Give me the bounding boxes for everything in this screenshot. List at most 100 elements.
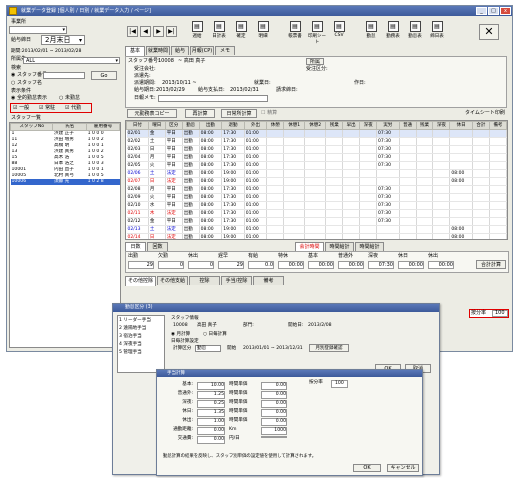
att-col-header[interactable]: 休憩2 <box>304 121 327 130</box>
attendance-row[interactable]: 02/09 火平日 出勤 08:00 17:30 01:00 07:30 <box>126 193 507 202</box>
calc-ok-button[interactable]: OK <box>353 464 381 472</box>
calc-select[interactable]: 勤怠 <box>195 345 221 352</box>
monthly-check-button[interactable]: 月別登録確認 <box>309 344 349 352</box>
att-col-header[interactable]: 区分 <box>164 121 183 130</box>
att-col-header[interactable]: 普通 <box>398 121 417 130</box>
check-general[interactable]: ☑ 一般 <box>13 105 29 112</box>
calc-row-rate[interactable]: 1.35 <box>197 409 225 417</box>
calc-row-rate[interactable]: 1.00 <box>197 418 225 426</box>
attendance-row[interactable]: 02/11 木法定 出勤 08:00 17:30 01:00 07:30 <box>126 209 507 218</box>
summary-value[interactable]: 29 <box>218 261 244 269</box>
att-col-header[interactable]: 出勤 <box>198 121 223 130</box>
pay-date-select[interactable]: 2月末日 ▾ <box>41 35 85 45</box>
tab-bottom-2[interactable]: 控除 <box>189 276 220 285</box>
att-col-header[interactable]: 実労 <box>376 121 400 130</box>
att-col-header[interactable]: 備考 <box>488 121 507 130</box>
attendance-row[interactable]: 02/07 日法定 出勤 08:00 19:00 01:00 08:00 <box>126 177 507 186</box>
calc-rate-value[interactable]: 100 <box>331 380 348 388</box>
calc-row-rate[interactable]: 0.00 <box>197 427 225 435</box>
dept-select[interactable]: ALL ▾ <box>23 57 120 64</box>
staff-col-header[interactable]: 雇用番号 <box>86 123 120 131</box>
att-col-header[interactable]: 休日 <box>449 121 473 130</box>
tab-info-3[interactable]: 月報(CP) <box>190 46 214 55</box>
allowance-list-item[interactable]: 2 遠隔地手当 <box>119 325 146 332</box>
tab-info-2[interactable]: 給与 <box>171 46 189 55</box>
display-radio-2[interactable]: ○ 未勤怠 <box>59 95 80 102</box>
radio-staff-name[interactable]: ○ スタッフ名 <box>11 80 42 87</box>
recalc-button[interactable]: 再計算 <box>185 109 215 118</box>
calc-row-value[interactable]: 1000 <box>261 427 287 435</box>
summary-value[interactable]: 00:00 <box>428 261 454 269</box>
search-input[interactable] <box>43 72 85 79</box>
att-col-header[interactable]: 深夜 <box>432 121 451 130</box>
prev-record-button[interactable]: ◀ <box>140 26 151 37</box>
summary-value[interactable]: 29 <box>128 261 154 269</box>
att-col-header[interactable]: 早出 <box>342 121 361 130</box>
toolbar-form-button[interactable]: ▤ 週給 <box>187 20 207 44</box>
calc-row-rate[interactable]: 1.25 <box>197 391 225 399</box>
calc-row-rate[interactable]: 0.00 <box>197 436 225 444</box>
summary-value[interactable]: 0 <box>188 261 214 269</box>
calc-row-value[interactable]: 0.00 <box>261 418 287 426</box>
calc-row-rate[interactable]: 10.00 <box>197 382 225 390</box>
att-col-header[interactable]: 合計 <box>471 121 490 130</box>
calc-row-value[interactable]: 0.00 <box>261 382 287 390</box>
toolbar-print-button[interactable]: ▤ 印刷シート <box>307 20 327 45</box>
last-record-button[interactable]: ▶| <box>166 26 177 37</box>
tab-bottom-0[interactable]: その他控除 <box>125 276 156 286</box>
check-regular[interactable]: ☑ 常駐 <box>39 105 55 112</box>
maximize-button[interactable]: □ <box>488 7 499 15</box>
calc-row-value[interactable] <box>261 436 287 438</box>
toolbar-print-button[interactable]: ▤ 帳票書 <box>285 20 305 44</box>
attendance-row[interactable]: 02/14 日法定 出勤 08:00 19:00 01:00 08:00 <box>126 233 507 239</box>
next-record-button[interactable]: ▶ <box>153 26 164 37</box>
attendance-row[interactable]: 02/05 火平日 出勤 08:00 17:30 01:00 07:30 <box>126 161 507 170</box>
attendance-row[interactable]: 02/03 日平日 出勤 08:00 17:30 01:00 07:30 <box>126 145 507 154</box>
allowance-list-item[interactable]: 1 リーダー手当 <box>119 317 151 324</box>
ratio-value[interactable]: 100 <box>492 310 508 317</box>
radio-daily[interactable]: ○ 日毎計算 <box>203 331 227 338</box>
timesheet-print-link[interactable]: タイムシート印刷 <box>465 110 505 117</box>
att-col-header[interactable]: 曜日 <box>147 121 166 130</box>
toolbar-form-button[interactable]: ▤ 勤務表 <box>383 20 403 44</box>
att-col-header[interactable]: 休憩1 <box>283 121 306 130</box>
tab-bottom-1[interactable]: その他支給 <box>157 276 188 285</box>
allowance-list-item[interactable]: 3 宿泊手当 <box>119 333 142 340</box>
calc-row-value[interactable]: 0.00 <box>261 409 287 417</box>
attendance-row[interactable]: 02/12 金平日 出勤 08:00 17:30 01:00 07:30 <box>126 217 507 226</box>
tab-info-0[interactable]: 基本 <box>125 46 145 56</box>
toolbar-save-button[interactable]: ▤ CSV <box>329 20 349 44</box>
first-record-button[interactable]: |◀ <box>127 26 138 37</box>
calc-cancel-button[interactable]: キャンセル <box>387 464 419 472</box>
dept-button[interactable]: 所属 <box>306 58 324 65</box>
minimize-button[interactable]: _ <box>476 7 487 15</box>
toolbar-form-button[interactable]: ▤ 勤怠表 <box>405 20 425 44</box>
tab-bottom-3[interactable]: 手当/控除 <box>221 276 252 285</box>
office-select[interactable]: ▾ <box>9 26 67 34</box>
attendance-grid[interactable]: 日付 曜日 区分 勤怠 出勤 退勤 外出 休憩 休憩1 休憩2 残業 早出 深夜 実労 普通 残業 深夜 休日 合計… <box>125 120 508 240</box>
toolbar-form-button[interactable]: ▤ 締日表 <box>427 20 447 44</box>
att-col-header[interactable]: 外出 <box>243 121 268 130</box>
allowance-list-item[interactable]: 4 深夜手当 <box>119 341 142 348</box>
copy-timesheet-button[interactable]: 元勤務表コピー <box>127 109 177 118</box>
toolbar-form-button[interactable]: ▤ 勤怠 <box>361 20 381 44</box>
calc-row-rate[interactable]: 0.25 <box>197 400 225 408</box>
tab-summary-1[interactable]: 回数 <box>147 242 168 251</box>
attendance-row[interactable]: 02/13 土法定 出勤 08:00 19:00 01:00 08:00 <box>126 225 507 234</box>
att-col-header[interactable]: 勤怠 <box>181 121 200 130</box>
att-col-header[interactable]: 残業 <box>415 121 434 130</box>
tab-summary2-1[interactable]: 時間給計 <box>325 242 354 251</box>
staff-list[interactable]: スタッフNo 氏名 雇用番号 1 浜建 正子 1 0 0 0 11 浜田 増男 1 0 0 2… <box>9 122 121 348</box>
att-col-header[interactable]: 日付 <box>126 121 149 130</box>
memo-input[interactable] <box>158 95 268 102</box>
tab-bottom-4[interactable]: 備考 <box>253 276 284 285</box>
fix-button[interactable]: 日常所計算 <box>221 109 257 118</box>
toolbar-document-button[interactable]: ▤ 確定 <box>231 20 251 44</box>
radio-monthly[interactable]: ◉ 月計算 <box>171 331 190 338</box>
attendance-row[interactable]: 02/02 土平日 出勤 08:00 17:30 01:00 07:30 <box>126 137 507 146</box>
att-col-header[interactable]: 残業 <box>325 121 344 130</box>
summary-value[interactable]: 00:00 <box>338 261 364 269</box>
go-button[interactable]: Go <box>91 71 117 80</box>
staff-col-header[interactable]: 氏名 <box>52 123 88 131</box>
tab-info-4[interactable]: メモ <box>215 46 235 55</box>
